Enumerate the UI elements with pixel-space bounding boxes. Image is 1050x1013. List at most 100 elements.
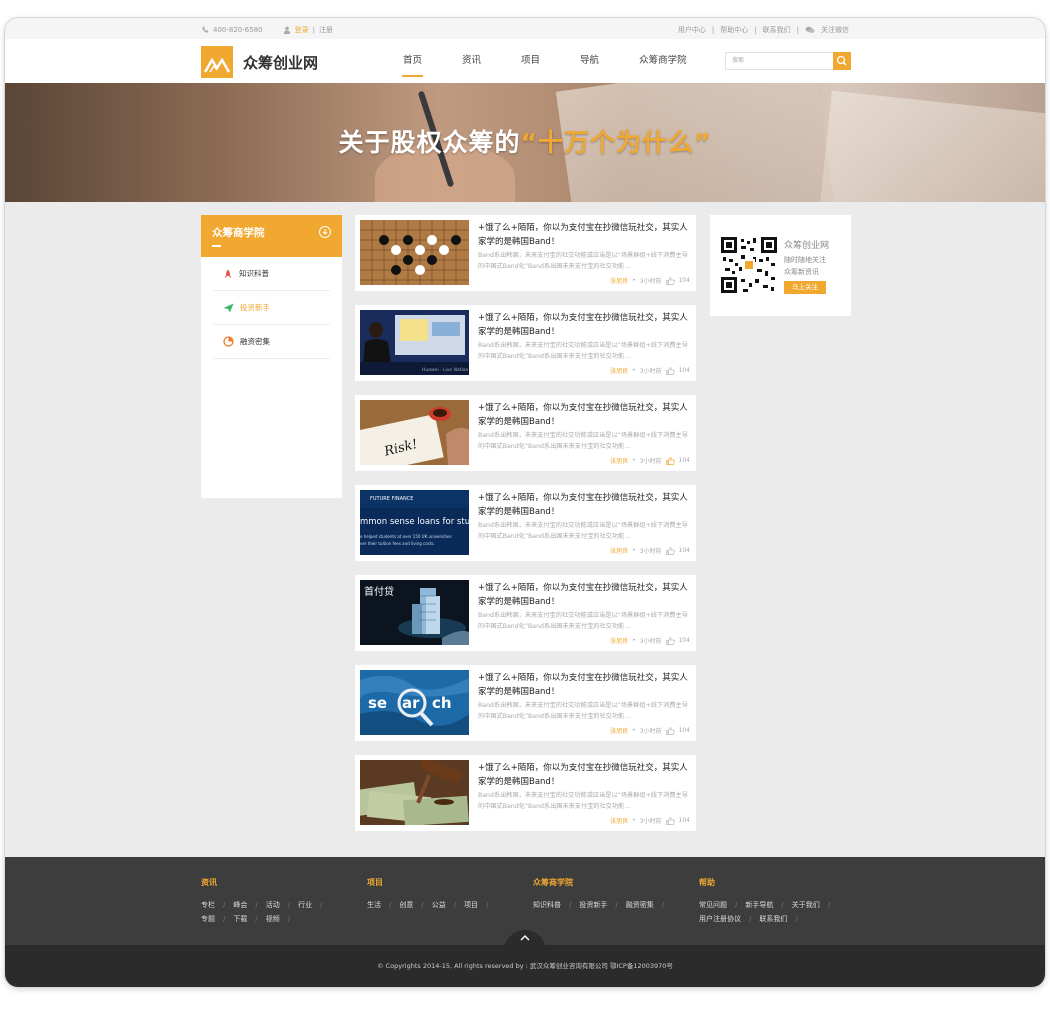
footer-link[interactable]: 联系我们: [759, 915, 787, 923]
footer-link[interactable]: 专题: [201, 915, 215, 923]
article-title[interactable]: +饿了么+陌陌，你以为支付宝在抄微信玩社交，其实人家学的是韩国Band！: [478, 221, 690, 249]
svg-text:ar: ar: [402, 694, 420, 712]
article-title[interactable]: +饿了么+陌陌，你以为支付宝在抄微信玩社交，其实人家学的是韩国Band！: [478, 401, 690, 429]
footer-link[interactable]: 公益: [432, 901, 446, 909]
footer-link[interactable]: 投资新手: [579, 901, 607, 909]
search-button[interactable]: [833, 52, 851, 70]
sidebar-title: 众筹商学院: [212, 227, 265, 239]
login-link[interactable]: 登录: [295, 25, 309, 35]
article-summary: Band系出韩国，未来支付宝的社交功能或应当是以“场景群组+线下消费主导的中国式…: [478, 342, 688, 360]
footer-link[interactable]: 生活: [367, 901, 381, 909]
article-time: 3小时前: [639, 638, 662, 645]
article-card[interactable]: +饿了么+陌陌，你以为支付宝在抄微信玩社交，其实人家学的是韩国Band！ Ban…: [355, 215, 696, 291]
article-card[interactable]: Risk! +饿了么+陌陌，你以为支付宝在抄微信玩社交，其实人家学的是韩国Ban…: [355, 395, 696, 471]
sidebar-item-new-investor[interactable]: 投资新手: [213, 291, 330, 325]
article-thumbnail[interactable]: 首付贷: [360, 580, 469, 645]
thumbs-up-icon[interactable]: [665, 636, 675, 645]
sidebar-item-label: 投资新手: [240, 303, 270, 312]
article-thumbnail[interactable]: FUTURE FINANCE mmon sense loans for stud…: [360, 490, 469, 555]
divider: |: [796, 26, 799, 34]
help-center-link[interactable]: 帮助中心: [720, 25, 748, 35]
footer-link[interactable]: 新手导航: [745, 901, 773, 909]
footer-link[interactable]: 行业: [298, 901, 312, 909]
article-thumbnail[interactable]: [360, 760, 469, 825]
article-thumbnail[interactable]: [360, 220, 469, 285]
top-bar: 400-820-6580 登录 | 注册 用户中心 | 帮助中心 | 联系我们 …: [5, 18, 1045, 39]
footer-link[interactable]: 关于我们: [792, 901, 820, 909]
footer-link[interactable]: 峰会: [233, 901, 247, 909]
article-likes: 104: [678, 457, 690, 464]
article-list: +饿了么+陌陌，你以为支付宝在抄微信玩社交，其实人家学的是韩国Band！ Ban…: [355, 215, 696, 845]
article-title[interactable]: +饿了么+陌陌，你以为支付宝在抄微信玩社交，其实人家学的是韩国Band！: [478, 311, 690, 339]
footer-link[interactable]: 知识科普: [533, 901, 561, 909]
footer-link[interactable]: 常见问题: [699, 901, 727, 909]
article-card[interactable]: FUTURE FINANCE mmon sense loans for stud…: [355, 485, 696, 561]
article-author[interactable]: 张旭良: [610, 276, 628, 285]
sidebar-item-label: 融资密集: [240, 337, 270, 346]
thumbs-up-icon[interactable]: [665, 816, 675, 825]
nav-home[interactable]: 首页: [389, 39, 436, 83]
nav-academy[interactable]: 众筹商学院: [625, 39, 701, 83]
thumbs-up-icon[interactable]: [665, 546, 675, 555]
article-author[interactable]: 张旭良: [610, 816, 628, 825]
footer-link[interactable]: 活动: [266, 901, 280, 909]
article-title[interactable]: +饿了么+陌陌，你以为支付宝在抄微信玩社交，其实人家学的是韩国Band！: [478, 491, 690, 519]
user-center-link[interactable]: 用户中心: [678, 25, 706, 35]
nav-guide[interactable]: 导航: [566, 39, 613, 83]
site-logo[interactable]: 众筹创业网: [201, 46, 318, 78]
footer-link[interactable]: 项目: [464, 901, 478, 909]
nav-projects[interactable]: 项目: [507, 39, 554, 83]
footer-link[interactable]: 创意: [399, 901, 413, 909]
article-author[interactable]: 张旭良: [610, 366, 628, 375]
article-summary: Band系出韩国，未来支付宝的社交功能或应当是以“场景群组+线下消费主导的中国式…: [478, 252, 688, 270]
search-input[interactable]: 搜索: [725, 52, 833, 70]
qr-site-name: 众筹创业网: [784, 241, 830, 251]
thumbs-up-icon[interactable]: [665, 366, 675, 375]
article-author[interactable]: 张旭良: [610, 726, 628, 735]
article-thumbnail[interactable]: se ar ch: [360, 670, 469, 735]
main-nav: 首页 资讯 项目 导航 众筹商学院: [389, 39, 713, 83]
article-author[interactable]: 张旭良: [610, 636, 628, 645]
article-title[interactable]: +饿了么+陌陌，你以为支付宝在抄微信玩社交，其实人家学的是韩国Band！: [478, 581, 690, 609]
thumbs-up-icon[interactable]: [665, 456, 675, 465]
article-meta: 张旭良 • 3小时前 104: [610, 276, 690, 285]
article-title[interactable]: +饿了么+陌陌，你以为支付宝在抄微信玩社交，其实人家学的是韩国Band！: [478, 671, 690, 699]
footer-link[interactable]: 用户注册协议: [699, 915, 741, 923]
article-summary: Band系出韩国，未来支付宝的社交功能或应当是以“场景群组+线下消费主导的中国式…: [478, 522, 688, 540]
register-link[interactable]: 注册: [319, 25, 333, 35]
article-thumbnail[interactable]: Huawei · Live Nation: [360, 310, 469, 375]
banner-title-highlight: “十万个为什么”: [520, 128, 712, 157]
article-likes: 104: [678, 817, 690, 824]
article-author[interactable]: 张旭良: [610, 456, 628, 465]
footer-link[interactable]: 融资密集: [626, 901, 654, 909]
article-card[interactable]: +饿了么+陌陌，你以为支付宝在抄微信玩社交，其实人家学的是韩国Band！ Ban…: [355, 755, 696, 831]
thumbs-up-icon[interactable]: [665, 726, 675, 735]
sidebar-item-knowledge[interactable]: 知识科普: [213, 257, 330, 291]
article-time: 3小时前: [639, 278, 662, 285]
article-time: 3小时前: [639, 458, 662, 465]
pie-chart-icon: [223, 336, 234, 347]
svg-text:ver their tuition fees and liv: ver their tuition fees and living costs.: [360, 541, 435, 546]
article-card[interactable]: se ar ch +饿了么+陌陌，你以为支付宝在抄微信玩社交，其实人家学的是韩国…: [355, 665, 696, 741]
article-thumbnail[interactable]: Risk!: [360, 400, 469, 465]
search-icon: [836, 55, 847, 66]
collapse-icon[interactable]: [319, 226, 331, 238]
footer-link[interactable]: 下载: [233, 915, 247, 923]
article-card[interactable]: 首付贷 +饿了么+陌陌，你以为支付宝在抄微信玩社交，其实人家学的是韩国Band！…: [355, 575, 696, 651]
sidebar-item-financing[interactable]: 融资密集: [213, 325, 330, 359]
article-meta: 张旭良 • 3小时前 104: [610, 366, 690, 375]
article-author[interactable]: 张旭良: [610, 546, 628, 555]
article-card[interactable]: Huawei · Live Nation +饿了么+陌陌，你以为支付宝在抄微信玩…: [355, 305, 696, 381]
qr-follow-box: 众筹创业网 随时随地关注 众筹新资讯 马上关注: [710, 215, 851, 316]
article-likes: 104: [678, 367, 690, 374]
follow-button[interactable]: 马上关注: [784, 281, 826, 294]
footer-link[interactable]: 视频: [266, 915, 280, 923]
sidebar-header[interactable]: 众筹商学院: [201, 215, 342, 257]
nav-news[interactable]: 资讯: [448, 39, 495, 83]
article-title[interactable]: +饿了么+陌陌，你以为支付宝在抄微信玩社交，其实人家学的是韩国Band！: [478, 761, 690, 789]
contact-link[interactable]: 联系我们: [763, 25, 791, 35]
phone-number: 400-820-6580: [213, 26, 263, 34]
follow-wechat-link[interactable]: 关注微信: [821, 25, 849, 35]
footer-link[interactable]: 专栏: [201, 901, 215, 909]
thumbs-up-icon[interactable]: [665, 276, 675, 285]
